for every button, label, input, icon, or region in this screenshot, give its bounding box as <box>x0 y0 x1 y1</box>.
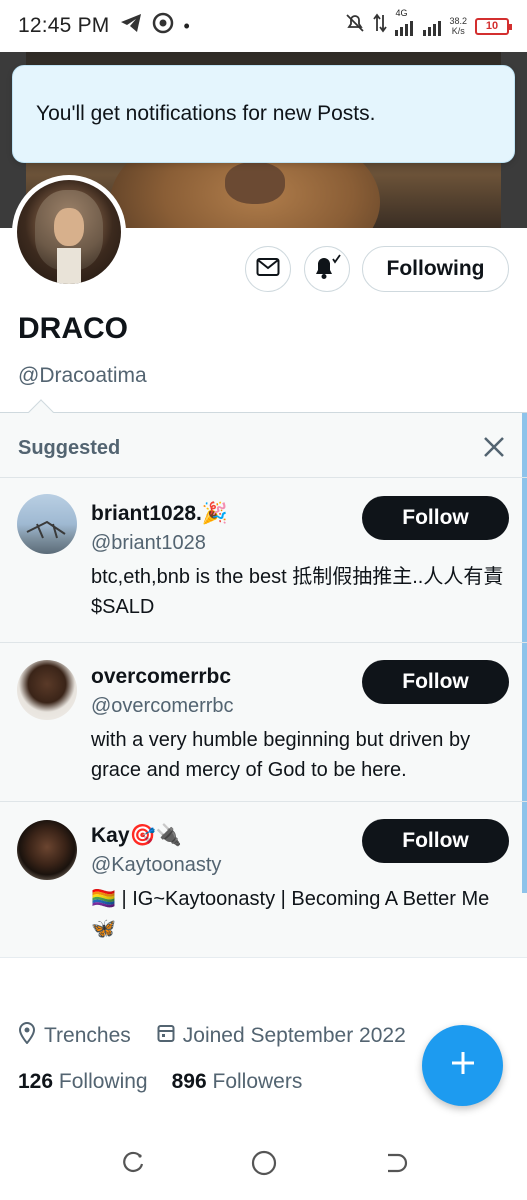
following-stat[interactable]: 126 Following <box>18 1070 148 1094</box>
compose-button[interactable] <box>422 1025 503 1106</box>
profile-location: Trenches <box>44 1024 131 1047</box>
vpn-icon <box>152 12 174 40</box>
message-button[interactable] <box>245 246 291 292</box>
system-nav-bar <box>0 1130 527 1200</box>
avatar <box>17 494 77 554</box>
follow-button[interactable]: Follow <box>362 819 509 863</box>
telegram-icon <box>120 13 142 39</box>
following-button[interactable]: Following <box>362 246 509 292</box>
bell-icon <box>313 253 341 285</box>
home-icon[interactable] <box>250 1149 278 1182</box>
status-time: 12:45 PM <box>18 14 110 37</box>
suggested-user-row[interactable]: Kay🎯🔌 @Kaytoonasty 🏳️‍🌈 | IG~Kaytoonasty… <box>0 801 527 959</box>
location-icon <box>18 1022 36 1050</box>
suggested-user-handle: @Kaytoonasty <box>91 854 222 876</box>
suggested-user-bio: with a very humble beginning but driven … <box>91 729 471 781</box>
signal-icon: 4G <box>395 8 442 36</box>
notifications-button[interactable] <box>304 246 350 292</box>
avatar <box>17 660 77 720</box>
suggested-user-name: Kay🎯🔌 <box>91 824 182 847</box>
profile-avatar[interactable] <box>12 175 126 289</box>
profile-stats: 126 Following 896 Followers <box>18 1070 302 1094</box>
suggested-panel: Suggested briant1028.🎉 @briant1028 btc,e… <box>0 399 527 959</box>
mute-icon <box>345 13 365 39</box>
profile-handle: @Dracoatima <box>18 364 147 387</box>
network-type: 4G <box>395 8 408 18</box>
suggested-user-name: overcomerrbc <box>91 665 232 688</box>
close-icon[interactable] <box>480 433 508 461</box>
toast-message: You'll get notifications for new Posts. <box>36 102 376 125</box>
calendar-icon <box>157 1023 175 1049</box>
suggested-user-row[interactable]: overcomerrbc @overcomerrbc with a very h… <box>0 642 527 801</box>
avatar <box>17 820 77 880</box>
network-speed: 38.2 K/s <box>449 16 467 36</box>
recents-icon[interactable] <box>120 1150 146 1181</box>
battery-indicator: 10 <box>475 17 512 35</box>
suggested-user-bio: btc,eth,bnb is the best 抵制假抽推主..人人有責 $SA… <box>91 566 504 618</box>
follow-button[interactable]: Follow <box>362 496 509 540</box>
suggested-user-handle: @briant1028 <box>91 532 206 554</box>
plus-icon <box>449 1049 477 1082</box>
notification-toast: You'll get notifications for new Posts. <box>12 65 515 163</box>
status-bar: 12:45 PM • 4G 38.2 K/s 10 <box>0 0 527 52</box>
suggested-user-handle: @overcomerrbc <box>91 695 234 717</box>
profile-joined: Joined September 2022 <box>182 1024 406 1047</box>
suggested-user-bio: 🏳️‍🌈 | IG~Kaytoonasty | Becoming A Bette… <box>91 888 490 940</box>
back-icon[interactable] <box>382 1150 408 1181</box>
suggested-title: Suggested <box>18 437 121 459</box>
dot-icon: • <box>183 15 190 36</box>
suggested-user-name: briant1028.🎉 <box>91 502 229 525</box>
follow-button[interactable]: Follow <box>362 660 509 704</box>
data-icon <box>373 13 388 39</box>
followers-stat[interactable]: 896 Followers <box>172 1070 303 1094</box>
profile-meta: Trenches Joined September 2022 <box>18 1022 406 1050</box>
mail-icon <box>256 257 280 282</box>
avatar <box>17 180 121 284</box>
profile-name: DRACO <box>18 312 128 345</box>
suggested-user-row[interactable]: briant1028.🎉 @briant1028 btc,eth,bnb is … <box>0 477 527 642</box>
